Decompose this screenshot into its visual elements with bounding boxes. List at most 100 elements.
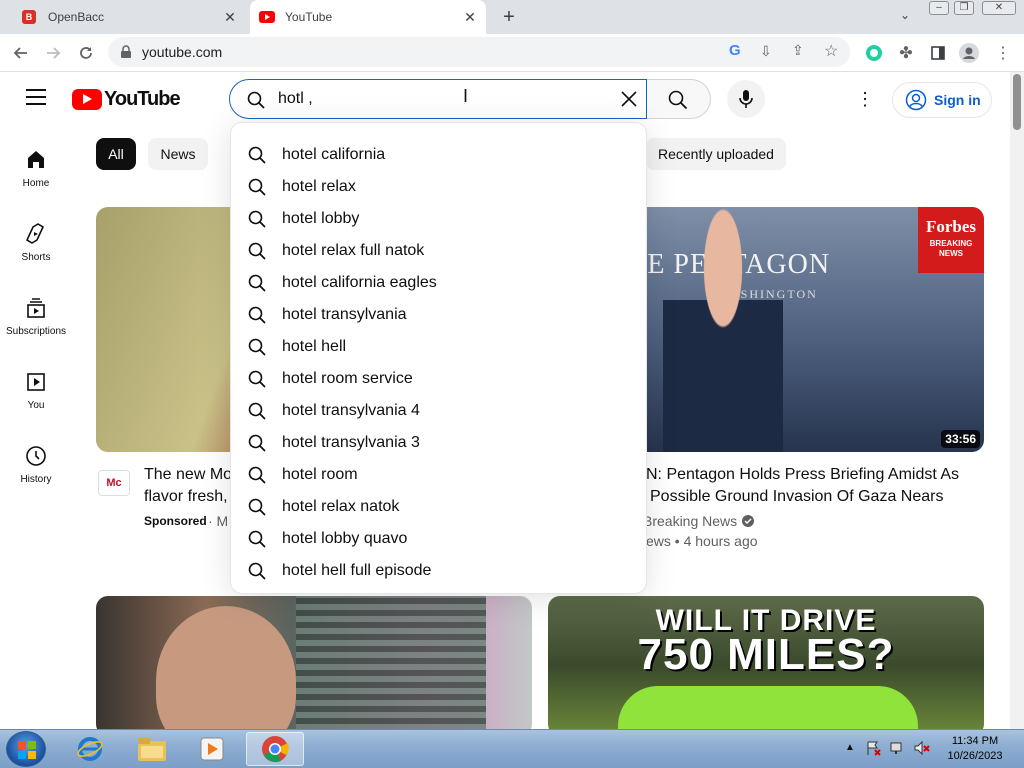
suggestion-text: hotel transylvania (282, 306, 407, 323)
start-button[interactable] (6, 731, 46, 767)
video-thumbnail[interactable] (96, 596, 532, 736)
history-icon (26, 446, 46, 466)
settings-more-icon[interactable]: ⋮ (855, 89, 875, 109)
hamburger-menu-icon[interactable] (26, 89, 46, 105)
video-title[interactable]: The new Mo (144, 464, 232, 486)
voice-search-button[interactable] (727, 80, 765, 118)
close-window-button[interactable]: ✕ (982, 1, 1016, 15)
search-suggestion-item[interactable]: hotel room service (231, 363, 648, 395)
search-suggestion-item[interactable]: hotel transylvania 3 (231, 427, 648, 459)
search-icon (248, 274, 266, 292)
tab-openbacc[interactable]: B OpenBacc ✕ (12, 0, 246, 34)
nav-label: Home (22, 178, 50, 189)
sign-in-button[interactable]: Sign in (892, 82, 992, 118)
search-suggestion-item[interactable]: hotel hell full episode (231, 555, 648, 587)
chip-all[interactable]: All (96, 138, 136, 170)
search-suggestion-item[interactable]: hotel lobby (231, 203, 648, 235)
search-button[interactable] (647, 79, 711, 119)
profile-avatar-icon[interactable] (958, 42, 980, 64)
search-icon (248, 210, 266, 228)
chrome-icon (262, 736, 289, 763)
bookmark-star-icon[interactable]: ☆ (824, 41, 838, 61)
suggestion-text: hotel transylvania 3 (282, 434, 420, 451)
search-suggestion-item[interactable]: hotel california eagles (231, 267, 648, 299)
nav-home[interactable]: Home (0, 148, 72, 222)
reload-button[interactable] (75, 42, 97, 64)
person-face (156, 606, 296, 736)
search-query-text[interactable]: hotl , (278, 90, 313, 108)
suggestion-text: hotel california eagles (282, 274, 437, 291)
video-title-line2[interactable]: flavor fresh, (144, 486, 228, 508)
forward-button[interactable] (42, 42, 64, 64)
search-input[interactable]: hotl , Ι (229, 79, 647, 119)
share-icon[interactable]: ⇪ (792, 42, 804, 59)
search-suggestion-item[interactable]: hotel room (231, 459, 648, 491)
sign-in-label: Sign in (934, 92, 981, 108)
thumbnail-overlay-text-line2: 750 MILES? (637, 630, 895, 679)
scrollbar-thumb[interactable] (1013, 74, 1021, 130)
search-icon (248, 498, 266, 516)
channel-name[interactable]: Breaking News (643, 513, 755, 529)
search-suggestion-item[interactable]: hotel hell (231, 331, 648, 363)
search-suggestion-item[interactable]: hotel relax (231, 171, 648, 203)
clear-search-icon[interactable] (620, 90, 638, 108)
internet-explorer-taskbar-button[interactable] (62, 732, 118, 766)
action-center-flag-icon[interactable] (866, 740, 882, 756)
side-panel-icon[interactable] (927, 42, 949, 64)
media-player-taskbar-button[interactable] (184, 732, 240, 766)
install-app-icon[interactable]: ⇩ (760, 43, 772, 60)
nav-history[interactable]: History (0, 444, 72, 518)
lock-icon[interactable] (120, 45, 132, 59)
shorts-icon (25, 223, 45, 244)
browser-menu-icon[interactable]: ⋮ (992, 42, 1014, 64)
chip-news[interactable]: News (148, 138, 208, 170)
account-circle-icon (905, 89, 927, 111)
search-suggestion-item[interactable]: hotel relax natok (231, 491, 648, 523)
tab-youtube[interactable]: YouTube ✕ (250, 0, 486, 34)
youtube-favicon-icon (259, 11, 275, 23)
windows-taskbar: ▲ 11:34 PM 10/26/2023 (0, 729, 1024, 768)
suggestion-text: hotel transylvania 4 (282, 402, 420, 419)
file-explorer-taskbar-button[interactable] (124, 732, 180, 766)
sponsored-label: Sponsored (144, 514, 207, 528)
search-suggestion-item[interactable]: hotel california (231, 139, 648, 171)
show-hidden-icons-button[interactable]: ▲ (845, 742, 855, 753)
address-bar[interactable]: youtube.com G ⇩ ⇪ ☆ (108, 37, 850, 67)
video-thumbnail[interactable]: WILL IT DRIVE 750 MILES? (548, 596, 984, 736)
volume-muted-icon[interactable] (914, 740, 930, 756)
channel-avatar[interactable]: Mc (98, 470, 130, 496)
nav-you[interactable]: You (0, 370, 72, 444)
extensions-puzzle-icon[interactable]: ✤ (895, 42, 917, 64)
search-suggestion-item[interactable]: hotel transylvania 4 (231, 395, 648, 427)
network-icon[interactable] (890, 740, 906, 756)
chrome-taskbar-button[interactable] (246, 732, 304, 766)
page-scrollbar[interactable] (1010, 72, 1024, 729)
url-text[interactable]: youtube.com (142, 44, 222, 60)
youtube-logo[interactable]: YouTube (72, 88, 181, 111)
home-icon (28, 151, 44, 168)
close-tab-icon[interactable]: ✕ (222, 9, 238, 25)
restore-button[interactable]: ❐ (954, 1, 974, 15)
system-clock[interactable]: 11:34 PM 10/26/2023 (935, 734, 1015, 764)
back-button[interactable] (10, 42, 32, 64)
chip-recently-uploaded[interactable]: Recently uploaded (646, 138, 786, 170)
nav-shorts[interactable]: Shorts (0, 222, 72, 296)
search-suggestion-item[interactable]: hotel relax full natok (231, 235, 648, 267)
tab-search-chevron-down-icon[interactable]: ⌄ (896, 8, 914, 26)
search-suggestion-item[interactable]: hotel lobby quavo (231, 523, 648, 555)
openbacc-favicon-icon: B (22, 10, 36, 24)
search-icon (248, 466, 266, 484)
extension-icon[interactable] (863, 42, 885, 64)
video-title-line2[interactable]: Possible Ground Invasion Of Gaza Nears (650, 486, 943, 508)
youtube-header: YouTube hotl , Ι ⋮ Sign in (0, 72, 1010, 128)
google-lens-icon[interactable]: G (729, 42, 741, 59)
nav-subscriptions[interactable]: Subscriptions (0, 296, 72, 370)
youtube-play-icon (72, 89, 102, 110)
search-suggestion-item[interactable]: hotel transylvania (231, 299, 648, 331)
suggestion-text: hotel room service (282, 370, 413, 387)
close-tab-icon[interactable]: ✕ (462, 9, 478, 25)
new-tab-button[interactable]: + (498, 6, 520, 28)
minimize-button[interactable]: – (929, 1, 949, 15)
search-icon (248, 306, 266, 324)
video-title[interactable]: N: Pentagon Holds Press Briefing Amidst … (646, 464, 959, 486)
